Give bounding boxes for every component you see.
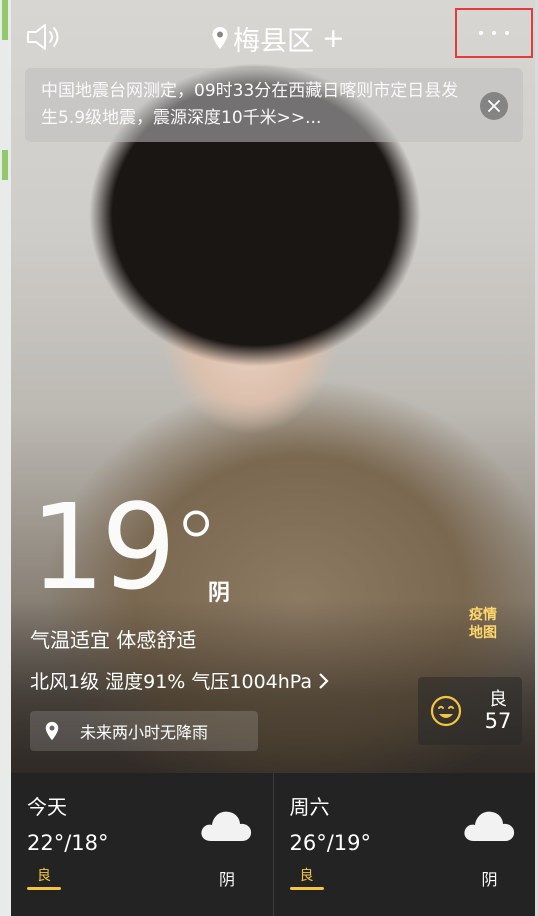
- rain-forecast-pill[interactable]: 未来两小时无降雨: [30, 711, 258, 751]
- chevron-right-icon: [319, 672, 329, 689]
- forecast-air-quality-bar: [27, 887, 61, 890]
- forecast-day-today[interactable]: 今天 22°/18° 良 阴: [11, 773, 273, 916]
- air-quality-card[interactable]: 良 57: [418, 677, 522, 745]
- add-city-button[interactable]: +: [322, 23, 345, 54]
- close-icon[interactable]: [480, 92, 508, 120]
- air-quality-level: 良: [489, 689, 507, 710]
- forecast-strip: 今天 22°/18° 良 阴 周六 26°/19° 良 阴: [11, 773, 535, 916]
- location-name: 梅县区: [233, 25, 314, 57]
- earthquake-notice-banner[interactable]: 中国地震台网测定，09时33分在西藏日喀则市定日县发生5.9级地震，震源深度10…: [25, 68, 523, 142]
- smiling-face-icon: [430, 695, 462, 727]
- location-pin-icon: [45, 721, 59, 741]
- location-pin-icon: [212, 27, 228, 49]
- forecast-temp-range: 22°/18°: [27, 831, 109, 855]
- epidemic-map-button[interactable]: 疫情 地图: [460, 602, 506, 646]
- notice-text: 中国地震台网测定，09时33分在西藏日喀则市定日县发生5.9级地震，震源深度10…: [41, 81, 459, 128]
- forecast-condition: 阴: [481, 870, 498, 889]
- weather-details-link[interactable]: 北风1级 湿度91% 气压1004hPa: [30, 667, 330, 694]
- forecast-day-saturday[interactable]: 周六 26°/19° 良 阴: [272, 773, 536, 916]
- more-menu-button[interactable]: [455, 8, 533, 58]
- forecast-day-name: 今天: [27, 795, 67, 819]
- current-condition: 阴: [208, 581, 231, 606]
- forecast-air-quality: 良: [299, 868, 314, 884]
- forecast-day-name: 周六: [289, 795, 330, 819]
- left-edge-strip: [0, 0, 11, 916]
- cloud-icon: [463, 811, 514, 841]
- more-dots-icon: [479, 31, 509, 35]
- epidemic-map-line1: 疫情: [469, 607, 497, 623]
- rain-forecast-text: 未来两小时无降雨: [80, 723, 209, 742]
- forecast-condition: 阴: [219, 870, 236, 889]
- air-quality-value: 57: [484, 709, 512, 733]
- epidemic-map-line2: 地图: [469, 625, 497, 641]
- speaker-icon[interactable]: [25, 22, 63, 52]
- forecast-air-quality-bar: [289, 887, 324, 890]
- top-bar: 梅县区 +: [11, 8, 535, 62]
- location-selector[interactable]: 梅县区 +: [211, 20, 345, 57]
- forecast-air-quality: 良: [37, 868, 51, 884]
- current-temperature: 19°: [30, 478, 220, 616]
- cloud-icon: [201, 811, 252, 841]
- weather-details-text: 北风1级 湿度91% 气压1004hPa: [30, 671, 313, 693]
- forecast-temp-range: 26°/19°: [289, 831, 372, 855]
- comfort-text: 气温适宜 体感舒适: [30, 628, 197, 652]
